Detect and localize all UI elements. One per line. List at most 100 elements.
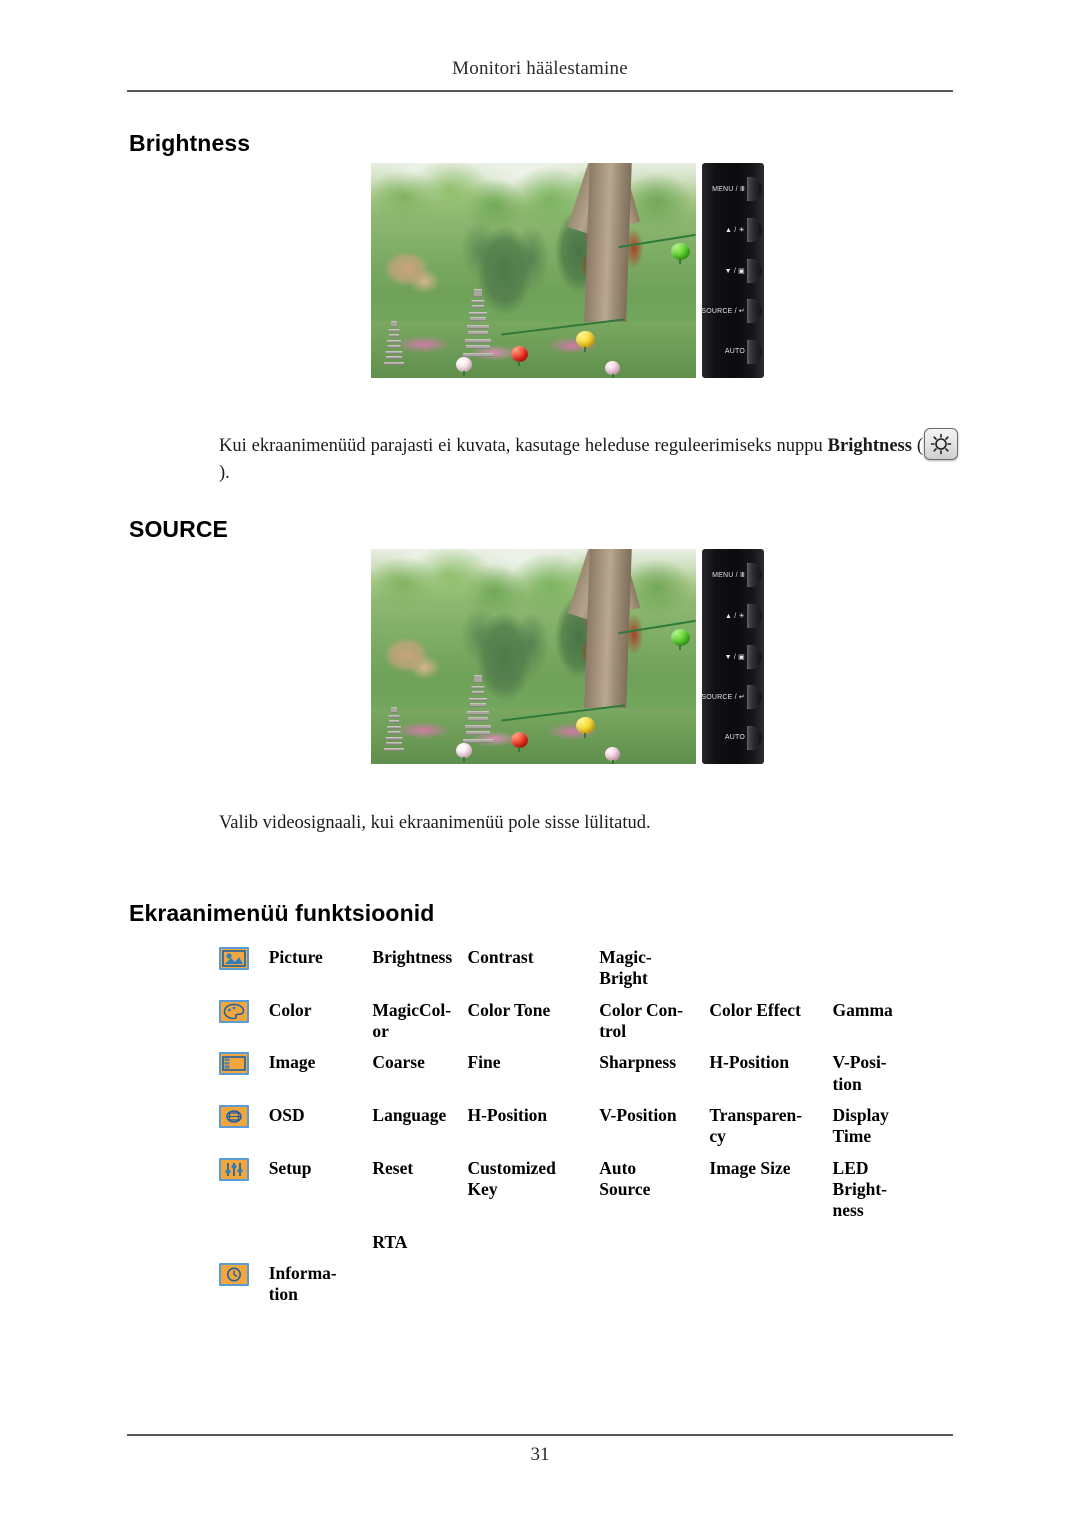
up-brightness-button-label: ▲ / ☀ [724, 612, 745, 620]
up-brightness-button-cap[interactable] [747, 603, 762, 628]
header-divider [127, 90, 953, 92]
menu-button[interactable]: MENU / Ⅲ [702, 555, 764, 596]
cell: Brightness [372, 947, 453, 967]
auto-button-label: AUTO [724, 734, 745, 742]
row-icon-cell [219, 1263, 269, 1316]
auto-button-cap[interactable] [747, 725, 762, 750]
cell [467, 1232, 599, 1263]
row-label: Color [268, 999, 312, 1020]
down-magicbright-button-label: ▼ / ▣ [724, 653, 745, 661]
down-magicbright-button-cap[interactable] [747, 644, 762, 669]
footer-divider [127, 1434, 953, 1436]
table-row: Setup Reset Customized Key Auto Source Ima… [219, 1157, 919, 1232]
cell: Color Effect [709, 999, 801, 1020]
row-label: Picture [268, 947, 323, 967]
cell: Image Size [709, 1157, 791, 1178]
running-title: Monitori häälestamine [452, 58, 628, 79]
cell: V-Position [599, 1105, 677, 1126]
up-brightness-button[interactable]: ▲ / ☀ [702, 210, 764, 251]
osd-functions-table: Picture Brightness Contrast Magic- Bright… [219, 947, 919, 1316]
information-clock-icon [219, 1263, 249, 1287]
paragraph-source: Valib videosignaali, kui ekraanimenüü po… [219, 813, 651, 833]
row-label: OSD [268, 1105, 305, 1126]
cell [709, 1232, 832, 1263]
auto-button-label: AUTO [724, 348, 745, 356]
cell: Color Con-trol [599, 999, 683, 1042]
cell: H-Position [467, 1105, 548, 1126]
monitor-button-panel: MENU / Ⅲ ▲ / ☀ ▼ / ▣ SOURCE / ↵ AUTO [701, 163, 764, 378]
table-row: RTA [219, 1232, 919, 1263]
section-heading-source: SOURCE [129, 516, 229, 542]
cell: Coarse [372, 1052, 425, 1073]
table-row: Color MagicCol-or Color Tone Color Con-t… [219, 999, 919, 1053]
down-magicbright-button[interactable]: ▼ / ▣ [702, 250, 764, 291]
paragraph-brightness-open-paren: ( [911, 436, 923, 456]
cell [833, 1263, 919, 1316]
cell: Transparen-cy [709, 1105, 803, 1147]
cell: Customized Key [467, 1157, 556, 1200]
monitor-button-panel: MENU / Ⅲ ▲ / ☀ ▼ / ▣ SOURCE / ↵ AUTO [701, 549, 764, 764]
auto-button-cap[interactable] [747, 339, 762, 364]
photo-lantern-red [510, 731, 528, 748]
row-icon-cell [219, 947, 269, 1000]
cell: Auto Source [599, 1157, 651, 1200]
page-number: 31 [530, 1444, 550, 1465]
source-enter-button-cap[interactable] [747, 685, 762, 710]
cell: Language [372, 1105, 447, 1126]
source-enter-button[interactable]: SOURCE / ↵ [701, 291, 764, 332]
cell: Color Tone [467, 999, 551, 1020]
cell [467, 1263, 599, 1316]
photo-lantern-yellow [575, 330, 595, 348]
photo-maple-tree [374, 622, 446, 696]
cell: Display Time [832, 1105, 889, 1147]
cell [709, 947, 832, 1000]
picture-icon [219, 947, 249, 970]
photo-lantern-pink [605, 746, 620, 761]
section-heading-osd-functions: Ekraanimenüü funktsioonid [129, 900, 435, 926]
row-icon-cell [219, 1105, 269, 1158]
row-icon-cell [219, 999, 269, 1053]
down-magicbright-button[interactable]: ▼ / ▣ [702, 636, 764, 677]
cell: Gamma [832, 999, 893, 1020]
up-brightness-button-cap[interactable] [747, 217, 762, 242]
cell: Sharpness [599, 1052, 677, 1073]
table-row: OSD Language H-Position V-Position Trans… [219, 1105, 919, 1158]
row-label [269, 1232, 373, 1263]
source-enter-button-label: SOURCE / ↵ [701, 308, 745, 316]
source-enter-button-cap[interactable] [747, 299, 762, 324]
menu-button-cap[interactable] [747, 563, 762, 588]
down-magicbright-button-cap[interactable] [747, 258, 762, 283]
photo-lantern-white [455, 742, 472, 758]
cell [709, 1263, 832, 1316]
cell [599, 1232, 709, 1263]
cell: LED Bright-ness [832, 1157, 887, 1221]
osd-icon [219, 1105, 249, 1129]
cell: RTA [372, 1231, 408, 1252]
paragraph-brightness: Kui ekraanimenüüd parajasti ei kuvata, k… [219, 428, 959, 487]
menu-button-cap[interactable] [747, 177, 762, 202]
cell [833, 1232, 919, 1263]
auto-button[interactable]: AUTO [702, 331, 764, 372]
cell [833, 947, 919, 1000]
setup-sliders-icon [219, 1157, 249, 1181]
row-label: Informa-tion [268, 1263, 337, 1305]
cell: H-Position [709, 1052, 790, 1073]
photo-lantern-green [670, 628, 690, 646]
menu-button-label: MENU / Ⅲ [712, 186, 745, 194]
menu-button[interactable]: MENU / Ⅲ [702, 169, 764, 210]
cell [599, 1263, 709, 1316]
cell [372, 1263, 467, 1316]
paragraph-brightness-bold: Brightness [827, 436, 912, 456]
figure-brightness-monitor: MENU / Ⅲ ▲ / ☀ ▼ / ▣ SOURCE / ↵ AUTO [371, 163, 764, 378]
photo-lantern-yellow [575, 716, 595, 734]
cell: V-Posi-tion [832, 1052, 887, 1094]
brightness-sun-icon [924, 428, 958, 460]
source-enter-button[interactable]: SOURCE / ↵ [701, 677, 764, 718]
up-brightness-button[interactable]: ▲ / ☀ [702, 596, 764, 637]
menu-button-label: MENU / Ⅲ [712, 572, 745, 580]
photo-lantern-pink [605, 360, 620, 375]
row-icon-cell [219, 1157, 269, 1232]
monitor-screen-photo [371, 163, 696, 378]
table-row: Picture Brightness Contrast Magic- Bright [219, 947, 919, 1000]
auto-button[interactable]: AUTO [702, 717, 764, 758]
